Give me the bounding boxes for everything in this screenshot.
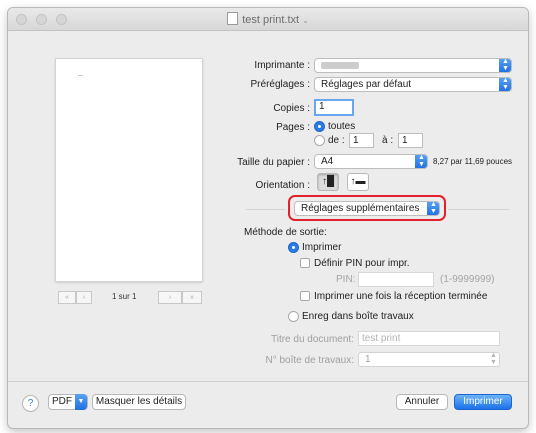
dialog-footer: ? PDF ▼ Masquer les détails Annuler Impr…: [8, 381, 528, 428]
print-once-label: Imprimer une fois la réception terminée: [314, 291, 488, 302]
settings-panel-popup[interactable]: Réglages supplémentaires ▲ ▼: [294, 201, 440, 216]
printer-label: Imprimante :: [254, 60, 310, 71]
print-once-checkbox[interactable]: [300, 291, 310, 301]
orientation-label: Orientation :: [255, 180, 310, 191]
paper-dimensions: 8,27 par 11,69 pouces: [433, 157, 513, 166]
help-button[interactable]: ?: [22, 395, 39, 412]
preview-text-mark: —: [78, 73, 83, 79]
print-settings-sheet: — « ‹ 1 sur 1 › » Imprimante : ▲ ▼ Prérég…: [8, 31, 528, 381]
popup-arrows-icon: ▲ ▼: [427, 202, 439, 215]
hide-details-button[interactable]: Masquer les détails: [92, 394, 186, 410]
pdf-menu-button[interactable]: PDF ▼: [48, 394, 88, 410]
print-dialog: test print.txt ⌄ — « ‹ 1 sur 1 › » Imprim…: [8, 8, 528, 428]
set-pin-checkbox[interactable]: [300, 258, 310, 268]
cancel-button[interactable]: Annuler: [396, 394, 448, 410]
pages-range-radio[interactable]: [314, 135, 325, 146]
chevron-down-icon: ▼: [75, 394, 87, 410]
store-in-box-label: Enreg dans boîte travaux: [302, 311, 414, 322]
separator: [246, 209, 286, 210]
print-radio[interactable]: [288, 242, 299, 253]
pin-field-label: PIN:: [336, 274, 356, 285]
paper-size-popup[interactable]: A4 ▲ ▼: [314, 154, 428, 169]
presets-value: Réglages par défaut: [321, 79, 412, 90]
page-indicator: 1 sur 1: [112, 292, 137, 301]
title-bar: test print.txt ⌄: [8, 8, 528, 31]
settings-panel-value: Réglages supplémentaires: [301, 203, 420, 214]
presets-label: Préréglages :: [250, 79, 310, 90]
last-page-button[interactable]: »: [182, 291, 202, 304]
window-title: test print.txt ⌄: [8, 12, 528, 26]
separator: [448, 209, 510, 210]
stepper-arrows-icon: ▲ ▼: [490, 352, 497, 366]
printer-name-redacted: [321, 62, 359, 69]
document-title-label: Titre du document:: [270, 334, 354, 345]
page-preview: —: [56, 59, 202, 281]
previous-page-button[interactable]: ‹: [76, 291, 92, 304]
first-page-button[interactable]: «: [58, 291, 76, 304]
box-number-stepper[interactable]: 1 ▲ ▼: [358, 352, 500, 367]
window-title-text: test print.txt: [242, 14, 300, 26]
preview-pager: « ‹ 1 sur 1 › »: [58, 291, 202, 305]
paper-size-value: A4: [321, 156, 334, 167]
pages-all-radio[interactable]: [314, 121, 325, 132]
pages-all-label: toutes: [328, 121, 356, 132]
portrait-orientation-button[interactable]: ↑█: [317, 173, 339, 191]
pages-to-label: à :: [382, 135, 394, 146]
popup-arrows-icon: ▲ ▼: [499, 59, 511, 72]
next-page-button[interactable]: ›: [158, 291, 182, 304]
output-method-label: Méthode de sortie:: [244, 227, 327, 238]
pages-to-field[interactable]: 1: [398, 133, 423, 148]
document-title-field[interactable]: test print: [358, 331, 500, 346]
pages-from-label: de :: [328, 135, 345, 146]
paper-size-label: Taille du papier :: [237, 157, 310, 168]
print-radio-label: Imprimer: [302, 242, 342, 253]
set-pin-label: Définir PIN pour impr.: [314, 258, 410, 269]
copies-field[interactable]: 1: [314, 99, 354, 116]
document-icon: [227, 12, 239, 25]
pin-range-hint: (1-9999999): [440, 274, 495, 285]
pages-from-field[interactable]: 1: [349, 133, 374, 148]
landscape-orientation-button[interactable]: ↑▬: [347, 173, 369, 191]
store-in-box-radio[interactable]: [288, 311, 299, 322]
popup-arrows-icon: ▲ ▼: [415, 155, 427, 168]
pdf-label: PDF: [52, 396, 72, 407]
presets-popup[interactable]: Réglages par défaut ▲ ▼: [314, 77, 512, 92]
orientation-control: ↑█ ↑▬: [317, 173, 377, 191]
pin-field[interactable]: [358, 272, 434, 287]
print-button[interactable]: Imprimer: [454, 394, 512, 410]
box-number-label: N° boîte de travaux:: [265, 355, 355, 366]
box-number-value: 1: [365, 354, 371, 365]
printer-popup[interactable]: ▲ ▼: [314, 58, 512, 73]
chevron-down-icon[interactable]: ⌄: [302, 16, 309, 25]
popup-arrows-icon: ▲ ▼: [499, 78, 511, 91]
copies-label: Copies :: [273, 103, 310, 114]
pages-label: Pages :: [276, 122, 310, 133]
